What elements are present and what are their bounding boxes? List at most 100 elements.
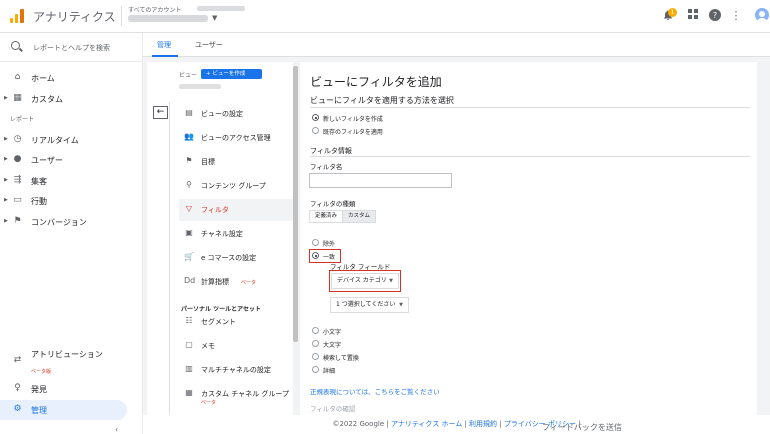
nav-item-custom[interactable]: ▶ ▦ カスタム [0, 89, 143, 109]
help-icon[interactable]: ? [708, 9, 722, 23]
view-selector-redacted[interactable] [179, 84, 221, 89]
nav-item-behavior[interactable]: ▶ ▭ 行動 [0, 191, 143, 211]
reports-section-label: レポート [10, 116, 35, 123]
admin-item-label: ビューの設定 [201, 110, 243, 118]
tab-user[interactable]: ユーザー [195, 40, 223, 50]
expand-arrow-icon: ▶ [4, 218, 8, 224]
admin-item-access-management[interactable]: 👥 ビューのアクセス管理 [179, 127, 293, 149]
nav-label: ホーム [31, 74, 55, 83]
nav-item-home[interactable]: ⌂ ホーム [0, 68, 143, 88]
beta-badge: ベータ [201, 400, 217, 406]
radio-button[interactable] [312, 366, 319, 373]
expand-arrow-icon: ▶ [4, 156, 8, 162]
nav-item-users[interactable]: ▶ ● ユーザー [0, 150, 143, 170]
tab-admin[interactable]: 管理 [152, 40, 178, 57]
gear-icon: ⚙ [13, 404, 22, 414]
method-heading: ビューにフィルタを適用する方法を選択 [310, 96, 454, 105]
app-name: アナリティクス [33, 10, 116, 24]
custom-segment-button[interactable]: カスタム [343, 211, 376, 222]
person-icon: ● [13, 154, 22, 164]
nav-item-attribution[interactable]: ⇄ アトリビューション ベータ版 [0, 347, 143, 375]
radio-button[interactable] [312, 239, 319, 246]
account-label[interactable]: すべてのアカウント [128, 5, 181, 14]
admin-item-label: 計算指標 [201, 278, 229, 286]
page-scrollbar[interactable] [760, 62, 766, 415]
segment-icon: ☷ [185, 316, 193, 325]
beta-badge: ベータ [241, 280, 257, 286]
chevron-down-icon: ▼ [399, 302, 403, 308]
home-icon: ⌂ [14, 72, 21, 82]
avatar[interactable] [755, 8, 769, 22]
filter-name-label: フィルタ名 [310, 163, 343, 171]
admin-scrollbar[interactable] [293, 66, 298, 342]
acquisition-icon: ⇶ [13, 175, 22, 185]
admin-item-content-grouping[interactable]: ⚲ コンテンツ グループ [179, 175, 293, 197]
notification-badge: 1 [668, 8, 677, 17]
predefined-segment-button[interactable]: 定義済み [310, 211, 344, 222]
filter-icon: ▽ [185, 204, 193, 213]
apps-icon[interactable] [686, 9, 700, 23]
nav-label: 管理 [31, 406, 47, 415]
footer-link-terms[interactable]: 利用規約 [469, 420, 497, 428]
radio-button[interactable] [312, 340, 319, 347]
beta-badge: ベータ版 [31, 369, 52, 375]
nav-item-conversion[interactable]: ▶ ⚑ コンバージョン [0, 212, 143, 232]
filter-type-label: フィルタの種類 [310, 200, 356, 208]
search-bar[interactable]: レポートとヘルプを検索 [0, 33, 143, 62]
people-icon: 👥 [184, 132, 194, 141]
regex-help-link[interactable]: 正規表現については、こちらをご覧ください [310, 386, 440, 396]
admin-item-filters[interactable]: ▽ フィルタ [179, 199, 293, 221]
analytics-logo[interactable] [10, 9, 24, 23]
admin-item-segments[interactable]: ☷ セグメント [179, 311, 293, 333]
back-arrow-icon[interactable]: ← [153, 106, 168, 119]
attribution-icon: ⇄ [13, 355, 22, 365]
admin-item-goals[interactable]: ⚑ 目標 [179, 151, 293, 173]
admin-item-calculated-metrics[interactable]: Dd 計算指標 ベータ [179, 271, 293, 293]
create-view-button[interactable]: + ビューを作成 [201, 69, 262, 79]
filter-name-input[interactable] [309, 173, 452, 188]
admin-item-channel-settings[interactable]: ▣ チャネル設定 [179, 223, 293, 245]
chevron-down-icon[interactable]: ▼ [212, 14, 217, 22]
more-vert-icon[interactable]: ⋮ [729, 9, 743, 23]
expand-arrow-icon: ▶ [4, 177, 8, 183]
radio-button[interactable] [312, 114, 319, 121]
lightbulb-icon: ♀ [14, 383, 21, 393]
note-icon: ▢ [185, 340, 193, 349]
nav-item-acquisition[interactable]: ▶ ⇶ 集客 [0, 171, 143, 191]
admin-item-label: カスタム チャネル グループ [201, 390, 289, 398]
radio-label: 検索して置換 [323, 355, 359, 362]
admin-item-view-settings[interactable]: ▤ ビューの設定 [179, 103, 293, 125]
admin-item-annotations[interactable]: ▢ メモ [179, 335, 293, 357]
property-redacted[interactable] [128, 15, 208, 22]
nav-item-discover[interactable]: ♀ 発見 [0, 379, 143, 399]
nav-item-admin[interactable]: ⚙ 管理 [0, 400, 127, 420]
nav-label: ユーザー [31, 156, 63, 165]
radio-label: 詳細 [323, 368, 336, 375]
dashboard-icon: ▦ [13, 93, 22, 103]
radio-button[interactable] [312, 353, 319, 360]
radio-label: 新しいフィルタを作成 [323, 116, 383, 123]
expand-arrow-icon: ▶ [4, 136, 8, 142]
admin-item-label: マルチチャネルの設定 [201, 366, 271, 374]
radio-button[interactable] [312, 327, 319, 334]
divider [169, 102, 170, 415]
clock-icon: ◷ [13, 134, 22, 144]
footer-link-analytics-home[interactable]: アナリティクス ホーム [391, 420, 462, 428]
expand-arrow-icon: ▶ [4, 197, 8, 203]
tab-bar: 管理 ユーザー [143, 33, 770, 57]
radio-button[interactable] [312, 127, 319, 134]
behavior-icon: ▭ [13, 195, 22, 205]
nav-item-realtime[interactable]: ▶ ◷ リアルタイム [0, 130, 143, 150]
admin-item-ecommerce-settings[interactable]: 🛒 e コマースの設定 [179, 247, 293, 269]
feedback-link[interactable]: フィードバックを送信 [542, 422, 622, 433]
filter-info-heading: フィルタ情報 [310, 147, 352, 155]
divider [310, 156, 750, 157]
field-highlight [329, 270, 401, 292]
match-type-dropdown[interactable]: 1 つ選択してください ▼ [331, 298, 408, 312]
document-icon: ▤ [185, 108, 193, 117]
admin-item-label: メモ [201, 342, 215, 350]
admin-item-custom-channel-grouping[interactable]: ▦ カスタム チャネル グループ ベータ [179, 383, 293, 413]
collapse-nav-button[interactable]: ‹ [115, 425, 118, 434]
admin-item-multichannel-settings[interactable]: ▥ マルチチャネルの設定 [179, 359, 293, 381]
search-placeholder: レポートとヘルプを検索 [33, 44, 110, 52]
